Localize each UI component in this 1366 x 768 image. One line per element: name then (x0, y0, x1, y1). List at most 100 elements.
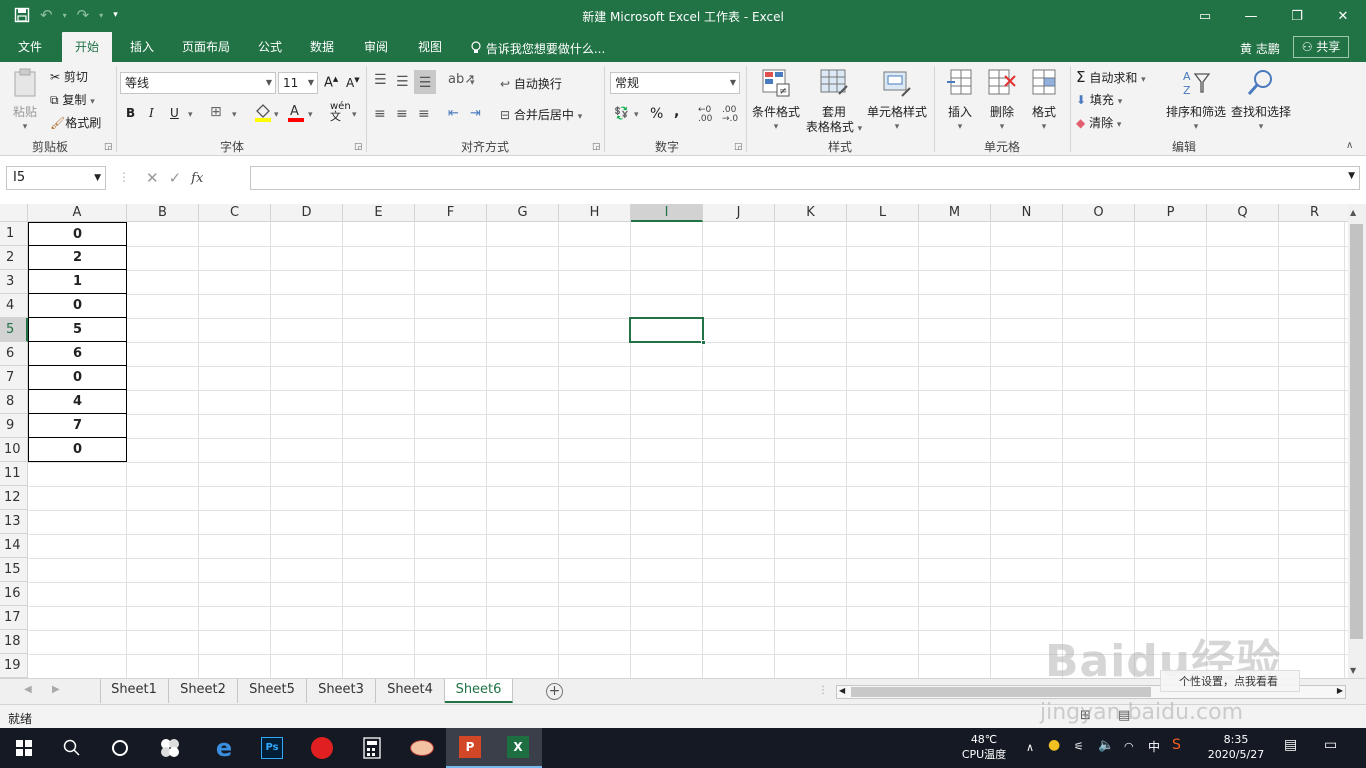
sheet-nav-prev-icon[interactable]: ◀ (24, 684, 32, 695)
find-select-button[interactable]: 查找和选择 ▾ (1230, 68, 1292, 135)
tell-me-search[interactable]: 告诉我您想要做什么... (470, 40, 605, 57)
format-as-table-dropdown-icon[interactable]: ▾ (858, 124, 863, 134)
column-header-e[interactable]: E (343, 204, 415, 222)
sort-filter-button[interactable]: AZ 排序和筛选 ▾ (1166, 68, 1226, 135)
conditional-formatting-button[interactable]: ≠ 条件格式 ▾ (750, 68, 802, 135)
font-name-select[interactable]: 等线 ▼ (120, 72, 276, 94)
column-header-r[interactable]: R (1279, 204, 1348, 222)
action-center-icon[interactable]: ▭ (1324, 738, 1337, 753)
cell-a2[interactable]: 2 (28, 246, 127, 270)
enter-icon[interactable]: ✓ (169, 169, 182, 187)
row-header-8[interactable]: 8 (0, 390, 28, 414)
taskbar-app-edge[interactable]: e (200, 728, 248, 768)
row-header-5[interactable]: 5 (0, 318, 28, 342)
taskbar-app-powerpoint[interactable]: P (446, 728, 494, 768)
delete-cells-button[interactable]: 删除 ▾ (982, 68, 1022, 135)
comma-button[interactable]: , (674, 104, 679, 120)
align-middle-icon[interactable]: ☰ (396, 74, 409, 90)
tab-page-layout[interactable]: 页面布局 (172, 32, 240, 62)
row-header-13[interactable]: 13 (0, 510, 28, 534)
cancel-icon[interactable]: ✕ (146, 169, 159, 187)
taskbar-app-netease-music[interactable] (298, 728, 346, 768)
expand-formula-bar-icon[interactable]: ▼ (1348, 171, 1355, 181)
format-cells-button[interactable]: 格式 ▾ (1024, 68, 1064, 135)
font-color-dropdown-icon[interactable]: ▾ (308, 110, 313, 120)
speaker-icon[interactable]: 🔈 (1098, 738, 1114, 753)
autosum-button[interactable]: Σ 自动求和 ▾ (1076, 68, 1146, 86)
autosum-dropdown-icon[interactable]: ▾ (1141, 75, 1146, 85)
decrease-decimal-icon[interactable]: .00 →.0 (722, 106, 738, 124)
fill-button[interactable]: ⬇ 填充 ▾ (1076, 91, 1122, 108)
grow-font-button[interactable]: A▲ (324, 75, 338, 90)
clipboard-launcher-icon[interactable]: ◲ (104, 142, 113, 152)
row-header-3[interactable]: 3 (0, 270, 28, 294)
formula-input[interactable]: ▼ (250, 166, 1360, 190)
taskbar-app-excel[interactable]: X (494, 728, 542, 768)
accounting-dropdown-icon[interactable]: ▾ (634, 110, 639, 120)
taskbar-app-calculator[interactable] (348, 728, 396, 768)
font-size-select[interactable]: 11 ▼ (278, 72, 318, 94)
share-button[interactable]: ⚇ 共享 (1293, 36, 1349, 58)
notes-icon[interactable]: ▤ (1284, 738, 1297, 753)
column-header-a[interactable]: A (28, 204, 127, 222)
row-header-9[interactable]: 9 (0, 414, 28, 438)
copy-button[interactable]: ⧉ 复制 ▾ (50, 91, 95, 108)
sheet-tab-sheet1[interactable]: Sheet1 (100, 679, 169, 703)
shrink-font-button[interactable]: A▼ (346, 76, 360, 90)
increase-indent-icon[interactable]: ⇥ (470, 106, 481, 121)
row-header-12[interactable]: 12 (0, 486, 28, 510)
sheet-tab-sheet3[interactable]: Sheet3 (307, 679, 376, 703)
formula-bar-splitter-icon[interactable]: ⋮ (118, 170, 130, 184)
cell-a6[interactable]: 6 (28, 342, 127, 366)
tab-review[interactable]: 审阅 (354, 32, 398, 62)
tray-app-icon[interactable]: ● (1048, 738, 1060, 753)
fill-handle[interactable] (701, 340, 706, 345)
border-icon[interactable]: ⊞ (210, 104, 222, 120)
format-painter-button[interactable]: 🖌格式刷 (50, 114, 101, 131)
clear-dropdown-icon[interactable]: ▾ (1117, 120, 1122, 130)
font-color-button[interactable]: A (287, 102, 305, 125)
wrap-text-button[interactable]: ↩ 自动换行 (500, 75, 562, 92)
phonetic-dropdown-icon[interactable]: ▾ (352, 110, 357, 120)
font-launcher-icon[interactable]: ◲ (354, 142, 363, 152)
sort-filter-dropdown-icon[interactable]: ▾ (1166, 120, 1226, 135)
cell-a9[interactable]: 7 (28, 414, 127, 438)
find-select-dropdown-icon[interactable]: ▾ (1230, 120, 1292, 135)
insert-cells-dropdown-icon[interactable]: ▾ (940, 120, 980, 135)
clock[interactable]: 8:35 2020/5/27 (1200, 732, 1272, 762)
underline-button[interactable]: U (170, 106, 179, 120)
sheet-nav-next-icon[interactable]: ▶ (52, 684, 60, 695)
cut-button[interactable]: ✂ 剪切 (50, 68, 88, 85)
delete-cells-dropdown-icon[interactable]: ▾ (982, 120, 1022, 135)
column-header-g[interactable]: G (487, 204, 559, 222)
insert-function-icon[interactable]: fx (191, 171, 203, 186)
wifi-icon[interactable]: ◠ (1124, 739, 1134, 754)
insert-cells-button[interactable]: 插入 ▾ (940, 68, 980, 135)
tab-view[interactable]: 视图 (408, 32, 452, 62)
close-button[interactable]: ✕ (1320, 0, 1366, 32)
column-header-q[interactable]: Q (1207, 204, 1279, 222)
column-header-j[interactable]: J (703, 204, 775, 222)
clear-button[interactable]: ◆ 清除 ▾ (1076, 114, 1121, 131)
scroll-right-icon[interactable]: ▶ (1337, 686, 1343, 695)
taskbar-app-paint[interactable] (398, 728, 446, 768)
column-header-m[interactable]: M (919, 204, 991, 222)
tab-home[interactable]: 开始 (62, 32, 112, 62)
add-sheet-button[interactable]: + (546, 683, 563, 700)
cell-a8[interactable]: 4 (28, 390, 127, 414)
align-bottom-icon[interactable]: ☰ (414, 70, 436, 94)
accounting-icon[interactable]: 💱 (614, 106, 629, 120)
ribbon-display-options-button[interactable]: ▭ (1182, 0, 1228, 32)
taskbar-search-button[interactable] (48, 728, 96, 768)
fill-color-button[interactable] (254, 102, 272, 125)
increase-decimal-icon[interactable]: ←0.00 (698, 106, 712, 124)
cell-a7[interactable]: 0 (28, 366, 127, 390)
taskbar-app-pinwheel[interactable] (146, 728, 194, 768)
show-hidden-icons-icon[interactable]: ∧ (1026, 740, 1034, 755)
personalize-popup[interactable]: 个性设置，点我看看 (1160, 670, 1300, 692)
sheet-tab-sheet5[interactable]: Sheet5 (238, 679, 307, 703)
column-header-o[interactable]: O (1063, 204, 1135, 222)
column-header-i[interactable]: I (631, 204, 703, 222)
underline-dropdown-icon[interactable]: ▾ (188, 110, 193, 120)
sheet-tab-sheet2[interactable]: Sheet2 (169, 679, 238, 703)
